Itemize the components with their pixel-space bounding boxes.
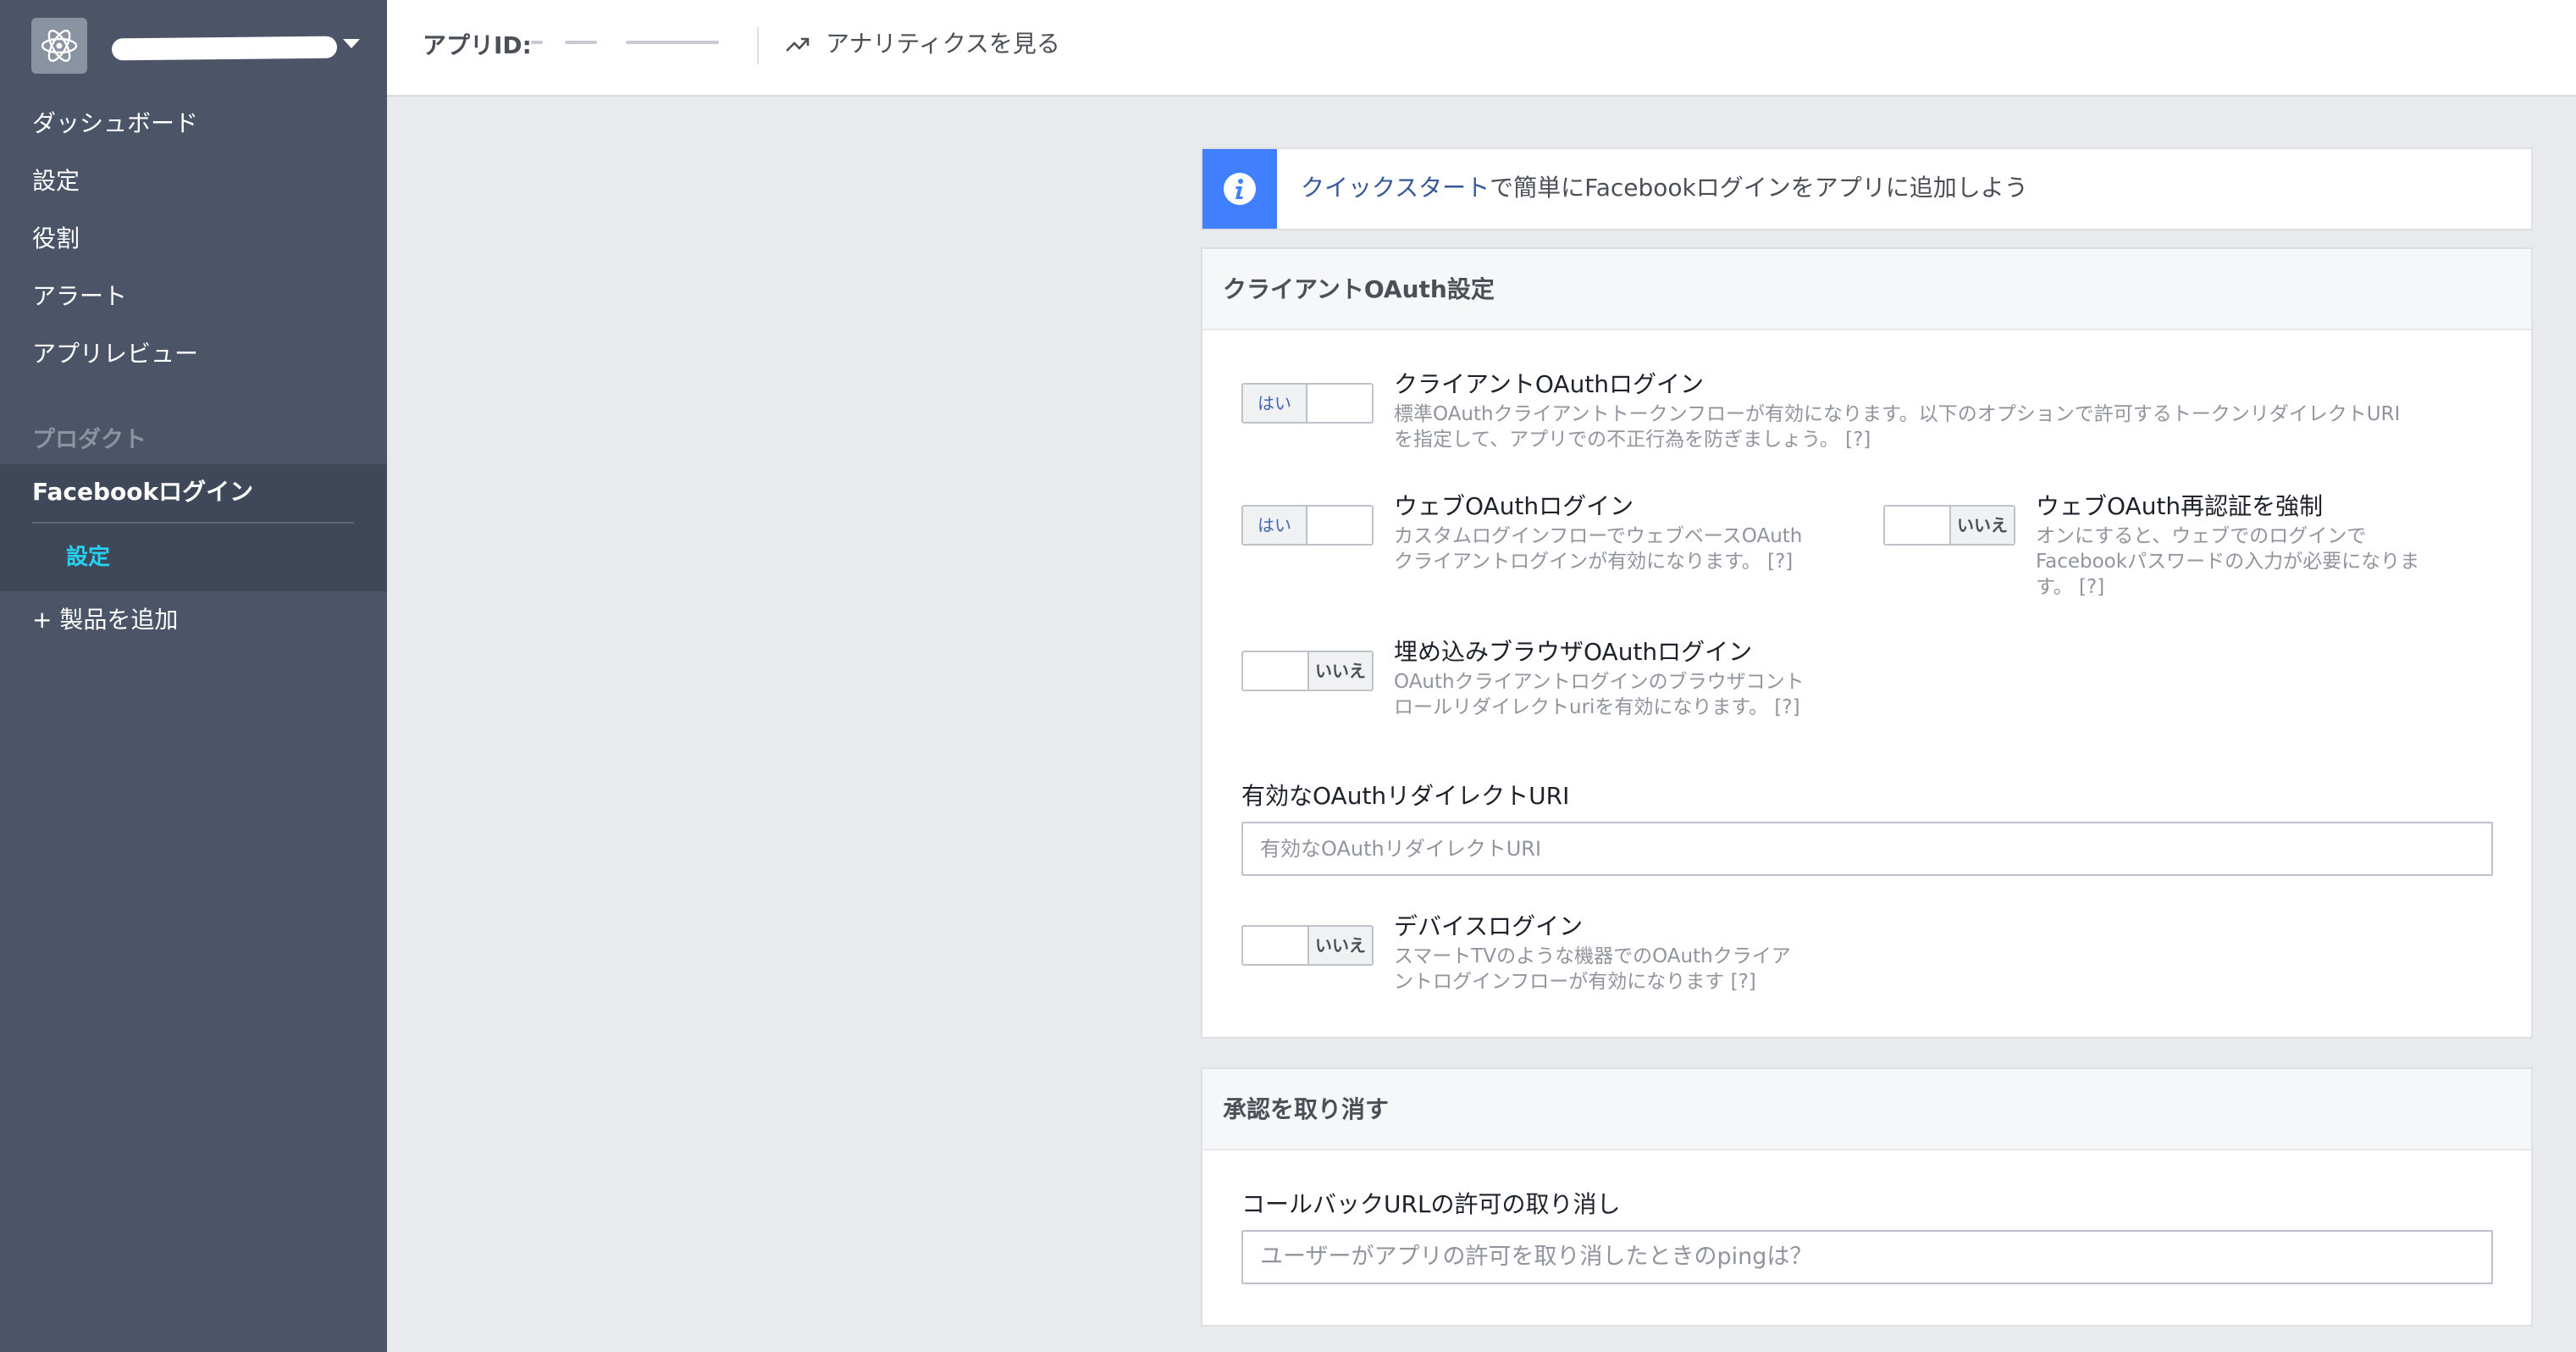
sidebar-item-facebook-login[interactable]: Facebookログイン: [32, 477, 253, 507]
toggle-knob: [1243, 652, 1307, 690]
toggle-knob: [1885, 507, 1949, 544]
redirect-uri-input[interactable]: [1241, 822, 2493, 876]
toggle-yes-label: はい: [1243, 507, 1307, 544]
quickstart-text: クイックスタートで簡単にFacebookログインをアプリに追加しよう: [1301, 173, 2028, 203]
sidebar-item-dashboard[interactable]: ダッシュボード: [32, 108, 198, 139]
sidebar-item-alerts[interactable]: アラート: [32, 281, 127, 312]
client-oauth-login-title: クライアントOAuthログイン: [1394, 370, 1705, 398]
toggle-knob: [1307, 385, 1372, 422]
toggle-knob: [1307, 507, 1372, 544]
toggle-knob: [1243, 927, 1307, 964]
sidebar: ダッシュボード 設定 役割 アラート アプリレビュー プロダクト Faceboo…: [0, 0, 387, 1352]
deauth-callback-label: コールバックURLの許可の取り消し: [1241, 1190, 1621, 1218]
toggle-no-label: いいえ: [1949, 507, 2014, 544]
embedded-browser-oauth-toggle[interactable]: いいえ: [1241, 651, 1374, 691]
device-login-desc: スマートTVのような機器でのOAuthクライアントログインフローが有効になります…: [1394, 945, 1791, 993]
sidebar-divider: [32, 522, 354, 524]
sidebar-item-roles[interactable]: 役割: [32, 224, 80, 254]
web-oauth-reauth-title: ウェブOAuth再認証を強制: [2036, 492, 2324, 520]
sidebar-item-app-review[interactable]: アプリレビュー: [32, 339, 198, 369]
view-analytics-link[interactable]: アナリティクスを見る: [826, 29, 1060, 59]
info-icon: [1224, 173, 1256, 205]
atom-icon: [41, 30, 78, 62]
web-oauth-login-desc: カスタムログインフローでウェブベースOAuthクライアントログインが有効になりま…: [1394, 525, 1803, 573]
app-icon: [31, 18, 87, 74]
web-oauth-reauth-toggle[interactable]: いいえ: [1883, 505, 2015, 546]
app-id-label: アプリID:: [423, 31, 532, 59]
chevron-down-icon[interactable]: [343, 39, 360, 48]
web-oauth-reauth-desc: オンにすると、ウェブでのログインでFacebookパスワードの入力が必要になりま…: [2036, 525, 2420, 598]
card-title: 承認を取り消す: [1223, 1095, 1390, 1123]
app-id-value-redacted: [531, 41, 719, 49]
web-oauth-login-title: ウェブOAuthログイン: [1394, 492, 1634, 520]
deauth-callback-input[interactable]: [1241, 1230, 2493, 1284]
card-header: クライアントOAuth設定: [1202, 249, 2531, 330]
app-switcher[interactable]: [0, 0, 387, 93]
app-name-redacted: [111, 36, 338, 61]
embedded-browser-oauth-desc: OAuthクライアントログインのブラウザコントロールリダイレクトuriを有効にな…: [1394, 671, 1805, 718]
client-oauth-login-desc: 標準OAuthクライアントトークンフローが有効になります。以下のオプションで許可…: [1394, 403, 2401, 451]
toggle-no-label: いいえ: [1307, 927, 1372, 964]
quickstart-link[interactable]: クイックスタート: [1301, 174, 1490, 202]
trending-up-icon[interactable]: [785, 32, 810, 56]
sidebar-section-products: プロダクト: [32, 427, 146, 453]
add-product-link[interactable]: + 製品を追加: [32, 605, 178, 635]
embedded-browser-oauth-title: 埋め込みブラウザOAuthログイン: [1394, 638, 1753, 666]
info-icon-badge: [1202, 149, 1277, 229]
device-login-title: デバイスログイン: [1394, 912, 1584, 940]
toggle-no-label: いいえ: [1307, 652, 1372, 690]
web-oauth-login-toggle[interactable]: はい: [1241, 505, 1374, 546]
card-header: 承認を取り消す: [1202, 1069, 2531, 1150]
client-oauth-login-toggle[interactable]: はい: [1241, 383, 1374, 424]
client-oauth-settings-card: クライアントOAuth設定 はい クライアントOAuthログイン 標準OAuth…: [1201, 247, 2533, 1039]
card-title: クライアントOAuth設定: [1223, 275, 1495, 303]
revoke-authorization-card: 承認を取り消す コールバックURLの許可の取り消し: [1201, 1067, 2533, 1327]
sidebar-subitem-settings[interactable]: 設定: [66, 542, 110, 573]
sidebar-item-settings[interactable]: 設定: [32, 166, 80, 197]
top-bar: アプリID: アナリティクスを見る: [387, 0, 2576, 97]
redirect-uri-label: 有効なOAuthリダイレクトURI: [1241, 782, 1570, 810]
topbar-separator: [757, 27, 759, 64]
toggle-yes-label: はい: [1243, 385, 1307, 422]
quickstart-rest: で簡単にFacebookログインをアプリに追加しよう: [1490, 174, 2028, 202]
quickstart-banner: クイックスタートで簡単にFacebookログインをアプリに追加しよう: [1201, 147, 2533, 230]
device-login-toggle[interactable]: いいえ: [1241, 925, 1374, 966]
